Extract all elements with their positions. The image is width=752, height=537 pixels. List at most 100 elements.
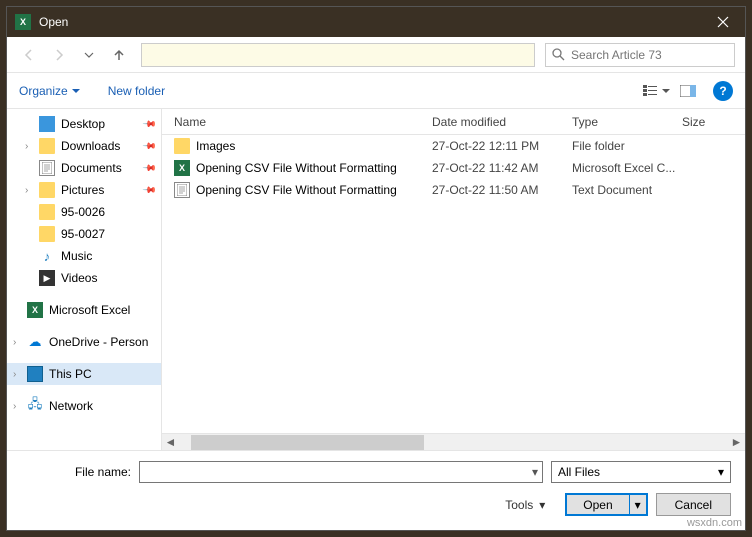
tree-item-desktop[interactable]: Desktop📌 xyxy=(7,113,161,135)
search-box[interactable] xyxy=(545,43,735,67)
expand-icon[interactable]: › xyxy=(13,337,16,348)
forward-button[interactable] xyxy=(47,43,71,67)
tree-item-music[interactable]: ♪ Music xyxy=(7,245,161,267)
expand-icon[interactable]: › xyxy=(13,401,16,412)
toolbar: Organize New folder ? xyxy=(7,73,745,109)
arrow-right-icon xyxy=(52,48,66,62)
tools-menu[interactable]: Tools ▾ xyxy=(505,498,545,512)
chevron-down-icon xyxy=(84,50,94,60)
column-size[interactable]: Size xyxy=(682,115,745,129)
tree-item-pictures[interactable]: › Pictures 📌 xyxy=(7,179,161,201)
nav-bar xyxy=(7,37,745,73)
chevron-down-icon[interactable]: ▾ xyxy=(718,465,724,479)
file-type-filter[interactable]: All Files ▾ xyxy=(551,461,731,483)
file-date: 27-Oct-22 12:11 PM xyxy=(432,139,572,153)
music-icon: ♪ xyxy=(39,248,55,264)
search-input[interactable] xyxy=(571,48,728,62)
open-dropdown[interactable]: ▾ xyxy=(630,498,646,512)
network-icon: 🖧 xyxy=(27,398,43,414)
video-icon: ▶ xyxy=(39,270,55,286)
tree-item-network[interactable]: › 🖧 Network xyxy=(7,395,161,417)
file-list[interactable]: Images27-Oct-22 12:11 PMFile folderXOpen… xyxy=(162,135,745,433)
chevron-down-icon[interactable]: ▾ xyxy=(532,465,538,479)
cancel-button[interactable]: Cancel xyxy=(656,493,731,516)
expand-icon[interactable]: › xyxy=(25,185,28,196)
tree-item-microsoft-excel[interactable]: XMicrosoft Excel xyxy=(7,299,161,321)
dialog-body: Desktop📌›Downloads📌Documents📌›Pictures📌9… xyxy=(7,109,745,450)
up-button[interactable] xyxy=(107,43,131,67)
chevron-down-icon: ▾ xyxy=(539,498,545,512)
close-button[interactable] xyxy=(700,7,745,37)
view-mode-button[interactable] xyxy=(641,79,671,103)
arrow-up-icon xyxy=(112,48,126,62)
tree-item-documents[interactable]: Documents📌 xyxy=(7,157,161,179)
tree-item-95-0026[interactable]: 95-0026 xyxy=(7,201,161,223)
tree-item-label: 95-0027 xyxy=(61,227,105,241)
address-bar[interactable] xyxy=(141,43,535,67)
watermark: wsxdn.com xyxy=(687,517,742,529)
desktop-icon xyxy=(39,116,55,132)
filename-input[interactable]: ▾ xyxy=(139,461,543,483)
tree-item-95-0027[interactable]: 95-0027 xyxy=(7,223,161,245)
titlebar: X Open xyxy=(7,7,745,37)
filter-label: All Files xyxy=(558,465,600,479)
column-type[interactable]: Type xyxy=(572,115,682,129)
file-row[interactable]: Images27-Oct-22 12:11 PMFile folder xyxy=(162,135,745,157)
file-row[interactable]: Opening CSV File Without Formatting27-Oc… xyxy=(162,179,745,201)
organize-label: Organize xyxy=(19,84,68,98)
tree-item-videos[interactable]: ▶ Videos xyxy=(7,267,161,289)
folder-icon xyxy=(39,182,55,198)
pin-icon: 📌 xyxy=(142,182,158,198)
open-dialog: X Open Organize New folder ? xyxy=(6,6,746,531)
expand-icon[interactable]: › xyxy=(13,369,16,380)
folder-icon xyxy=(39,138,55,154)
file-name: Opening CSV File Without Formatting xyxy=(196,161,432,175)
scroll-left-icon[interactable]: ◄ xyxy=(162,434,179,451)
open-button[interactable]: Open ▾ xyxy=(565,493,647,516)
file-date: 27-Oct-22 11:50 AM xyxy=(432,183,572,197)
tree-item-label: Desktop xyxy=(61,117,105,131)
file-name: Images xyxy=(196,139,432,153)
file-row[interactable]: XOpening CSV File Without Formatting27-O… xyxy=(162,157,745,179)
column-name[interactable]: Name xyxy=(174,115,432,129)
recent-dropdown[interactable] xyxy=(77,43,101,67)
chevron-down-icon xyxy=(72,87,80,95)
scroll-thumb[interactable] xyxy=(191,435,424,450)
tree-item-downloads[interactable]: ›Downloads📌 xyxy=(7,135,161,157)
preview-pane-button[interactable] xyxy=(673,79,703,103)
scroll-right-icon[interactable]: ► xyxy=(728,434,745,451)
chevron-down-icon xyxy=(662,87,670,95)
tree-item-label: Videos xyxy=(61,271,97,285)
close-icon xyxy=(717,16,729,28)
navigation-tree[interactable]: Desktop📌›Downloads📌Documents📌›Pictures📌9… xyxy=(7,109,162,450)
tree-item-label: Downloads xyxy=(61,139,120,153)
column-headers[interactable]: Name Date modified Type Size xyxy=(162,109,745,135)
horizontal-scrollbar[interactable]: ◄ ► xyxy=(162,433,745,450)
organize-menu[interactable]: Organize xyxy=(19,84,80,98)
list-view-icon xyxy=(643,85,659,97)
filename-label: File name: xyxy=(21,465,131,479)
window-title: Open xyxy=(39,15,700,29)
tree-item-this-pc[interactable]: ›This PC xyxy=(7,363,161,385)
new-folder-button[interactable]: New folder xyxy=(108,84,165,98)
column-date[interactable]: Date modified xyxy=(432,115,572,129)
tree-item-label: OneDrive - Person xyxy=(49,335,148,349)
doc-icon xyxy=(39,160,55,176)
tree-item-onedrive---person[interactable]: ›☁OneDrive - Person xyxy=(7,331,161,353)
back-button[interactable] xyxy=(17,43,41,67)
folder-icon xyxy=(39,226,55,242)
file-pane: Name Date modified Type Size Images27-Oc… xyxy=(162,109,745,450)
file-name: Opening CSV File Without Formatting xyxy=(196,183,432,197)
file-type: File folder xyxy=(572,139,682,153)
arrow-left-icon xyxy=(22,48,36,62)
tools-label: Tools xyxy=(505,498,533,512)
tree-item-label: Pictures xyxy=(61,183,104,197)
search-icon xyxy=(552,48,565,61)
tree-item-label: Network xyxy=(49,399,93,413)
folder-icon xyxy=(174,138,190,154)
monitor-icon xyxy=(27,366,43,382)
help-button[interactable]: ? xyxy=(713,81,733,101)
expand-icon[interactable]: › xyxy=(25,141,28,152)
tree-item-label: Music xyxy=(61,249,92,263)
doc-icon xyxy=(174,182,190,198)
